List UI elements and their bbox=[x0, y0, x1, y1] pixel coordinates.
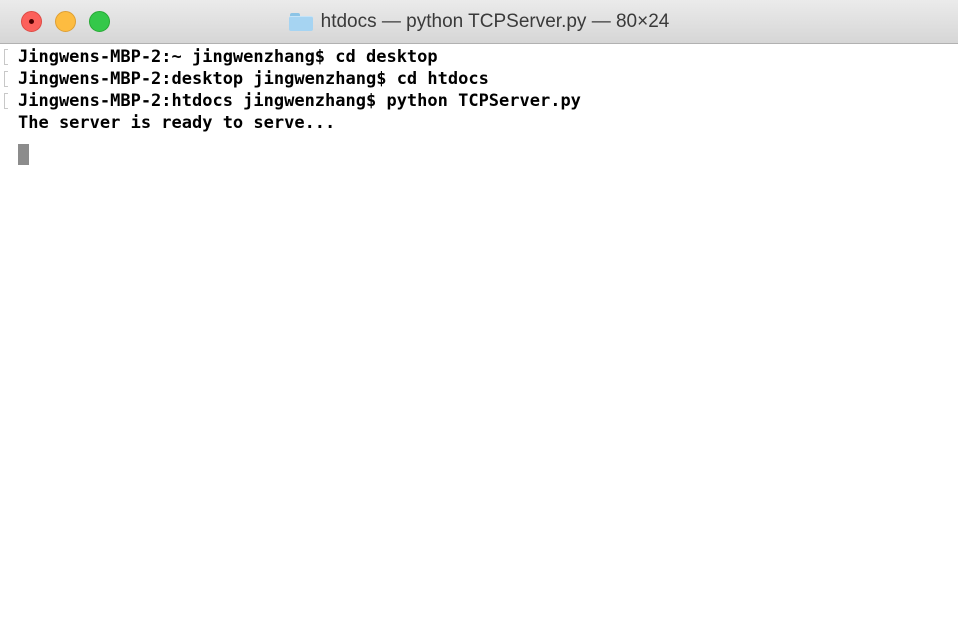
folder-icon bbox=[288, 13, 313, 31]
text-cursor bbox=[18, 144, 29, 165]
minimize-button[interactable] bbox=[55, 11, 76, 32]
terminal-line: The server is ready to serve... bbox=[18, 113, 336, 133]
window-title-group: htdocs — python TCPServer.py — 80×24 bbox=[0, 0, 958, 44]
zoom-button[interactable] bbox=[89, 11, 110, 32]
terminal-line: Jingwens-MBP-2:desktop jingwenzhang$ cd … bbox=[18, 69, 489, 89]
close-icon bbox=[29, 19, 34, 24]
terminal-output[interactable]: Jingwens-MBP-2:~ jingwenzhang$ cd deskto… bbox=[0, 44, 958, 618]
prompt-mark bbox=[4, 49, 8, 65]
close-button[interactable] bbox=[21, 11, 42, 32]
terminal-line: Jingwens-MBP-2:htdocs jingwenzhang$ pyth… bbox=[18, 91, 581, 111]
terminal-line: Jingwens-MBP-2:~ jingwenzhang$ cd deskto… bbox=[18, 47, 438, 67]
prompt-mark bbox=[4, 71, 8, 87]
prompt-mark bbox=[4, 93, 8, 109]
window-title: htdocs — python TCPServer.py — 80×24 bbox=[320, 11, 670, 32]
terminal-window: htdocs — python TCPServer.py — 80×24 Jin… bbox=[0, 0, 958, 618]
title-bar[interactable]: htdocs — python TCPServer.py — 80×24 bbox=[0, 0, 958, 44]
